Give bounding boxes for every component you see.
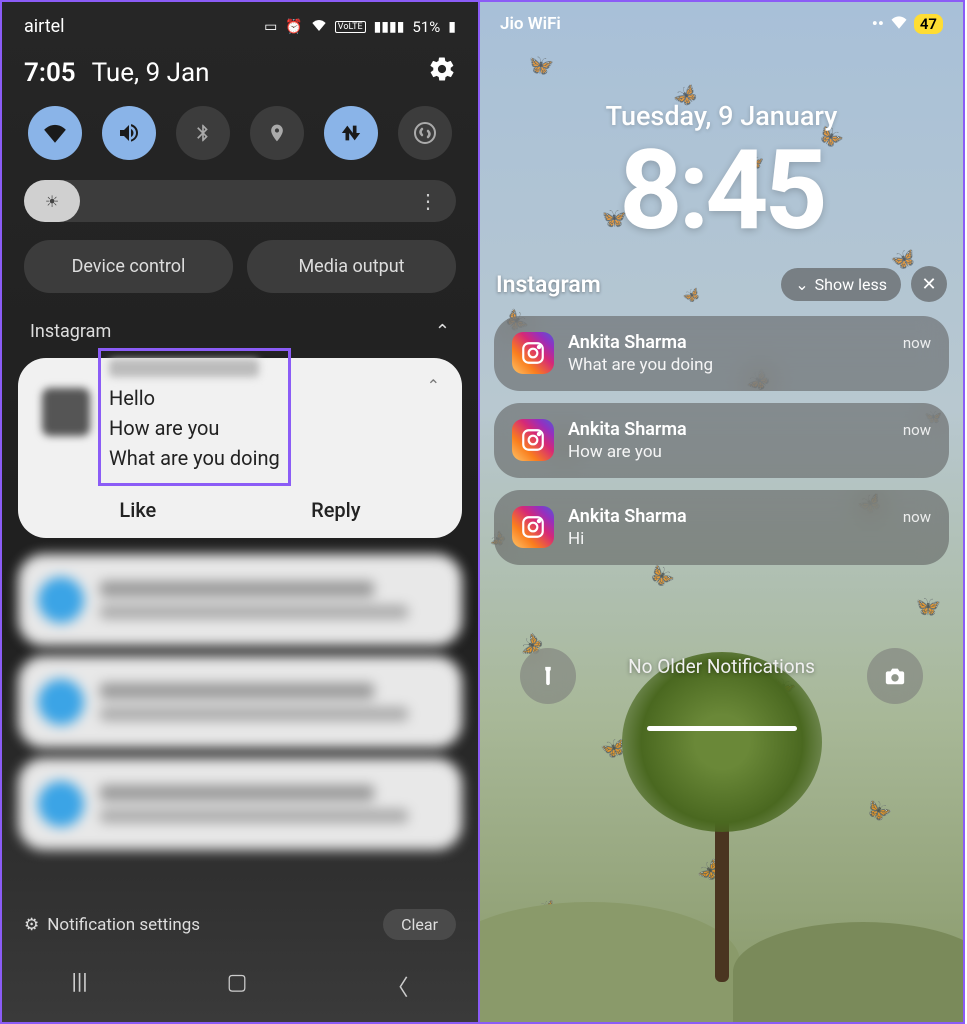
shazam-toggle[interactable] xyxy=(398,106,452,160)
reply-button[interactable]: Reply xyxy=(311,498,360,522)
message-line: How are you xyxy=(109,413,280,443)
home-button[interactable]: ▢ xyxy=(227,970,248,1002)
like-button[interactable]: Like xyxy=(119,498,156,522)
brightness-slider[interactable]: ☀ ⋮ xyxy=(24,180,456,222)
message-line: What are you doing xyxy=(109,443,280,473)
notification-item[interactable]: Ankita Sharma Hi now xyxy=(494,490,949,565)
brightness-more-icon[interactable]: ⋮ xyxy=(418,189,438,213)
bluetooth-toggle[interactable] xyxy=(176,106,230,160)
date-time-row: 7:05 Tue, 9 Jan xyxy=(2,45,478,100)
notification-message: What are you doing xyxy=(568,355,889,375)
sender-name: Ankita Sharma xyxy=(568,506,889,527)
back-button[interactable]: 〈 xyxy=(386,970,408,1002)
battery-badge: 47 xyxy=(914,14,943,34)
flashlight-button[interactable] xyxy=(520,648,576,704)
sound-toggle[interactable] xyxy=(102,106,156,160)
card-collapse-icon[interactable]: ⌃ xyxy=(427,376,440,395)
sender-name-blurred xyxy=(109,359,259,377)
alarm-icon: ⏰ xyxy=(285,19,302,35)
status-bar: Jio WiFi •• 47 xyxy=(480,2,963,38)
camera-button[interactable] xyxy=(867,648,923,704)
instagram-icon xyxy=(512,332,554,374)
message-line: Hello xyxy=(109,383,280,413)
lock-time: 8:45 xyxy=(480,136,963,246)
notification-app-label: Instagram xyxy=(30,321,111,342)
navigation-bar: ||| ▢ 〈 xyxy=(2,954,478,1022)
recents-button[interactable]: ||| xyxy=(72,970,88,1002)
show-less-label: Show less xyxy=(815,275,887,294)
notification-message: How are you xyxy=(568,442,889,462)
notification-group-title: Instagram xyxy=(496,271,771,298)
brightness-thumb[interactable]: ☀ xyxy=(24,180,80,222)
battery-icon: ▮ xyxy=(448,19,456,35)
battery-percent: 51% xyxy=(412,18,440,36)
quick-settings-row xyxy=(2,100,478,166)
sender-name: Ankita Sharma xyxy=(568,419,889,440)
clear-button[interactable]: Clear xyxy=(383,909,456,940)
data-toggle[interactable] xyxy=(324,106,378,160)
instagram-notification-card[interactable]: ⌃ Hello How are you What are you doing L… xyxy=(18,358,462,538)
notification-time: now xyxy=(903,508,931,526)
collapse-icon[interactable]: ⌃ xyxy=(435,321,450,342)
close-icon: ✕ xyxy=(921,274,936,295)
media-output-button[interactable]: Media output xyxy=(247,240,456,293)
wifi-toggle[interactable] xyxy=(28,106,82,160)
instagram-icon xyxy=(512,506,554,548)
carrier-label: airtel xyxy=(24,16,65,37)
home-indicator[interactable] xyxy=(647,726,797,731)
notification-time: now xyxy=(903,334,931,352)
sender-avatar xyxy=(42,388,90,436)
notification-item[interactable]: Ankita Sharma How are you now xyxy=(494,403,949,478)
location-toggle[interactable] xyxy=(250,106,304,160)
notification-settings-label: Notification settings xyxy=(47,915,200,935)
date-label: Tue, 9 Jan xyxy=(92,58,210,88)
blurred-notification[interactable] xyxy=(18,554,462,646)
sender-name: Ankita Sharma xyxy=(568,332,889,353)
wifi-icon xyxy=(890,14,908,34)
instagram-icon xyxy=(512,419,554,461)
show-less-button[interactable]: ⌄ Show less xyxy=(781,268,901,301)
signal-icon: ▮▮▮▮ xyxy=(374,19,405,35)
wifi-icon xyxy=(311,19,327,35)
time-label: 7:05 xyxy=(24,58,76,88)
notification-settings-button[interactable]: ⚙ Notification settings xyxy=(24,915,200,935)
notification-time: now xyxy=(903,421,931,439)
signal-icon: •• xyxy=(872,14,884,34)
close-group-button[interactable]: ✕ xyxy=(911,266,947,302)
ios-lock-screen: 🦋🦋 🦋🦋 🦋🦋 🦋🦋 🦋🦋 🦋🦋 🦋🦋 🦋🦋 🦋🦋 🦋🦋 🦋🦋 Jio WiF… xyxy=(480,0,965,1024)
notification-item[interactable]: Ankita Sharma What are you doing now xyxy=(494,316,949,391)
gear-icon: ⚙ xyxy=(24,915,39,935)
card-icon: ▭ xyxy=(264,19,277,35)
settings-gear-icon[interactable] xyxy=(428,55,456,90)
blurred-notification[interactable] xyxy=(18,758,462,850)
chevron-down-icon: ⌄ xyxy=(795,275,808,294)
volte-icon: VoLTE xyxy=(335,21,366,33)
device-control-button[interactable]: Device control xyxy=(24,240,233,293)
status-bar: airtel ▭ ⏰ VoLTE ▮▮▮▮ 51% ▮ xyxy=(2,2,478,45)
notification-message: Hi xyxy=(568,529,889,549)
carrier-label: Jio WiFi xyxy=(500,14,561,34)
blurred-notification[interactable] xyxy=(18,656,462,748)
android-notification-panel: airtel ▭ ⏰ VoLTE ▮▮▮▮ 51% ▮ 7:05 Tue, 9 … xyxy=(0,0,480,1024)
highlighted-messages-box: Hello How are you What are you doing xyxy=(98,348,291,486)
